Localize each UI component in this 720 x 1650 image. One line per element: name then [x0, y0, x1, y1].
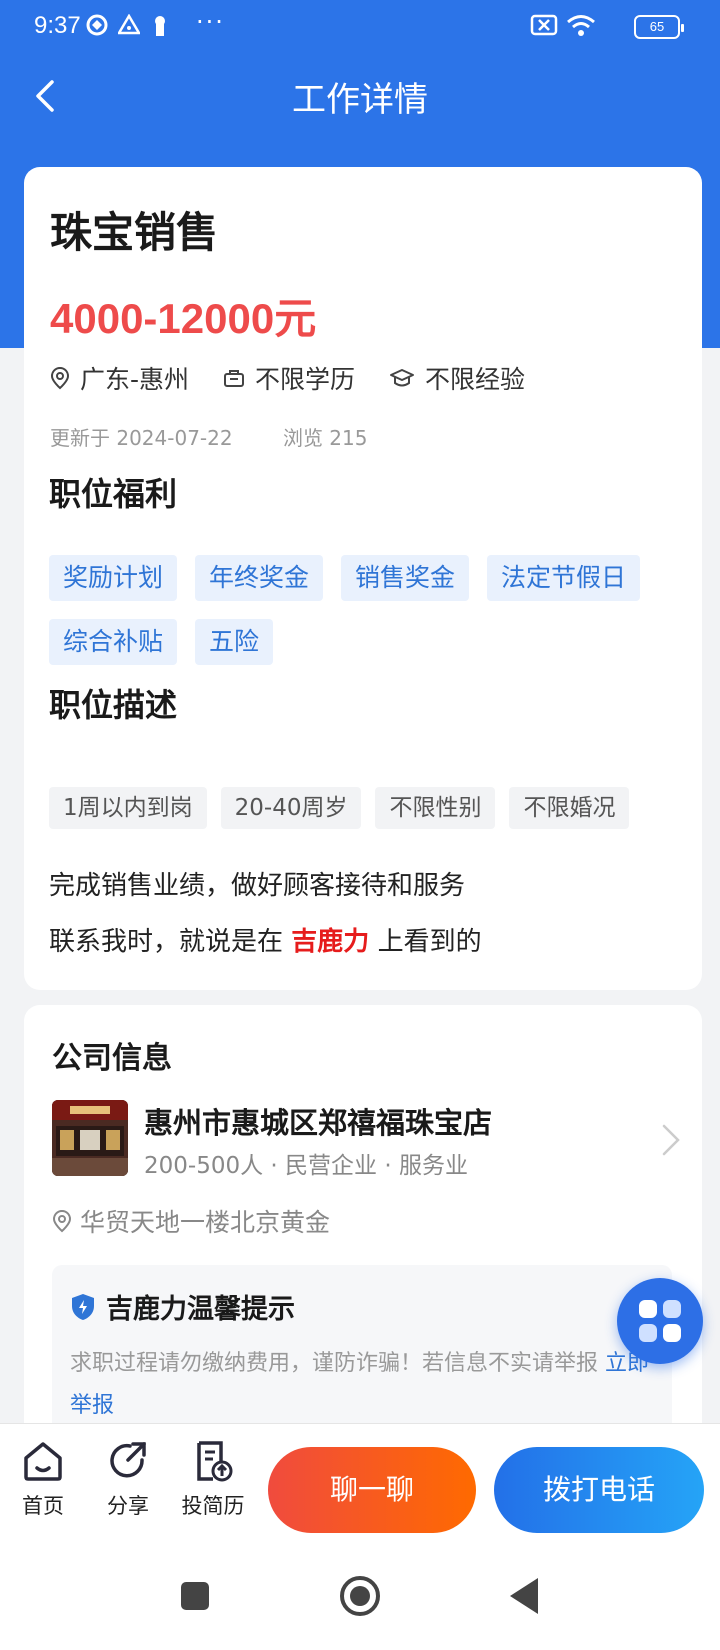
benefits-title: 职位福利	[49, 475, 178, 513]
resume-label: 投简历	[181, 1494, 245, 1518]
company-card: 公司信息 惠州市惠城区郑禧福珠宝店 200-500人 · 民营企业 · 服务业 …	[24, 1005, 702, 1465]
grid-menu-icon	[639, 1300, 681, 1342]
benefit-tag: 综合补贴	[49, 619, 178, 665]
description-title: 职位描述	[49, 686, 178, 724]
more-notifications-icon: ···	[196, 8, 225, 36]
recent-apps-button[interactable]	[181, 1582, 209, 1610]
contact-prefix: 联系我时，就说是在	[49, 927, 284, 957]
wifi-icon	[567, 15, 595, 36]
home-nav-button[interactable]	[340, 1576, 380, 1616]
job-meta-row: 广东-惠州 不限学历 不限经验	[50, 361, 559, 395]
tip-text: 求职过程请勿缴纳费用，谨防诈骗！若信息不实请举报 立即举报	[70, 1343, 650, 1427]
job-location: 广东-惠州	[80, 365, 190, 394]
status-bar: 9:37 ··· 65	[0, 0, 720, 56]
requirement-tags: 1周以内到岗 20-40周岁 不限性别 不限婚况	[49, 787, 643, 829]
chat-button[interactable]: 聊一聊	[268, 1447, 476, 1533]
chevron-right-icon	[662, 1124, 680, 1156]
bottom-action-bar: 首页 分享 投简历 聊一聊 拨打电话	[0, 1423, 720, 1548]
brand-name: 吉鹿力	[291, 927, 370, 957]
home-icon	[24, 1442, 62, 1481]
page-header: 工作详情	[0, 56, 720, 136]
resume-tab[interactable]: 投简历	[177, 1440, 249, 1520]
shield-icon	[72, 1293, 94, 1320]
contact-note: 联系我时，就说是在 吉鹿力 上看到的	[49, 921, 482, 958]
requirement-tag: 20-40周岁	[220, 787, 362, 829]
system-nav-bar	[0, 1548, 720, 1650]
job-title: 珠宝销售	[50, 208, 219, 257]
benefit-tag: 五险	[195, 619, 274, 665]
company-meta: 200-500人 · 民营企业 · 服务业	[144, 1153, 468, 1179]
benefit-tag: 年终奖金	[195, 555, 324, 601]
job-education: 不限学历	[255, 365, 356, 394]
tip-header: 吉鹿力温馨提示	[70, 1287, 295, 1326]
company-section-title: 公司信息	[52, 1041, 172, 1076]
job-detail-card: 珠宝销售 4000-12000元 广东-惠州 不限学历 不限经验 更新于 202…	[24, 167, 702, 990]
requirement-tag: 不限婚况	[509, 787, 630, 829]
update-date: 更新于 2024-07-22	[50, 426, 233, 450]
company-logo	[52, 1100, 128, 1176]
job-experience: 不限经验	[425, 365, 526, 394]
battery-indicator: 65	[634, 15, 684, 39]
home-label: 首页	[22, 1494, 64, 1518]
benefit-tag: 奖励计划	[49, 555, 178, 601]
job-description-text: 完成销售业绩，做好顾客接待和服务	[49, 871, 466, 901]
company-address-row: 华贸天地一楼北京黄金	[52, 1203, 330, 1239]
briefcase-icon	[224, 370, 245, 387]
salary: 4000-12000元	[50, 295, 317, 342]
tip-title: 吉鹿力温馨提示	[106, 1294, 295, 1325]
contact-suffix: 上看到的	[377, 927, 482, 957]
location-item: 广东-惠州	[50, 360, 189, 396]
education-item: 不限学历	[223, 360, 355, 396]
benefit-tag: 销售奖金	[341, 555, 470, 601]
company-name: 惠州市惠城区郑禧福珠宝店	[144, 1106, 493, 1140]
keyhole-icon	[155, 16, 165, 36]
resume-upload-icon	[197, 1441, 233, 1482]
benefit-tag: 法定节假日	[487, 555, 641, 601]
share-icon	[110, 1442, 146, 1478]
requirement-tag: 不限性别	[375, 787, 496, 829]
graduation-cap-icon	[390, 369, 415, 387]
warning-icon	[118, 14, 140, 35]
status-time: 9:37	[34, 12, 81, 39]
floating-menu-button[interactable]	[617, 1278, 703, 1364]
store-photo-image	[52, 1100, 128, 1176]
call-button[interactable]: 拨打电话	[494, 1447, 704, 1533]
location-pin-icon	[52, 1209, 72, 1233]
no-sim-icon	[530, 14, 558, 36]
benefit-tags: 奖励计划 年终奖金 销售奖金 法定节假日 综合补贴 五险	[49, 555, 689, 683]
company-address: 华贸天地一楼北京黄金	[80, 1208, 331, 1237]
update-info: 更新于 2024-07-22 浏览 215	[50, 422, 411, 451]
location-pin-icon	[50, 366, 70, 390]
company-link-row[interactable]: 惠州市惠城区郑禧福珠宝店 200-500人 · 民营企业 · 服务业	[52, 1100, 682, 1180]
experience-item: 不限经验	[389, 360, 525, 396]
view-count: 浏览 215	[282, 426, 368, 450]
home-tab[interactable]: 首页	[7, 1440, 79, 1520]
share-label: 分享	[107, 1494, 149, 1518]
share-tab[interactable]: 分享	[92, 1440, 164, 1520]
app-notification-icon	[86, 14, 108, 36]
back-nav-button[interactable]	[510, 1578, 538, 1614]
page-title: 工作详情	[292, 80, 428, 120]
requirement-tag: 1周以内到岗	[49, 787, 207, 829]
tip-body: 求职过程请勿缴纳费用，谨防诈骗！若信息不实请举报	[70, 1351, 599, 1376]
